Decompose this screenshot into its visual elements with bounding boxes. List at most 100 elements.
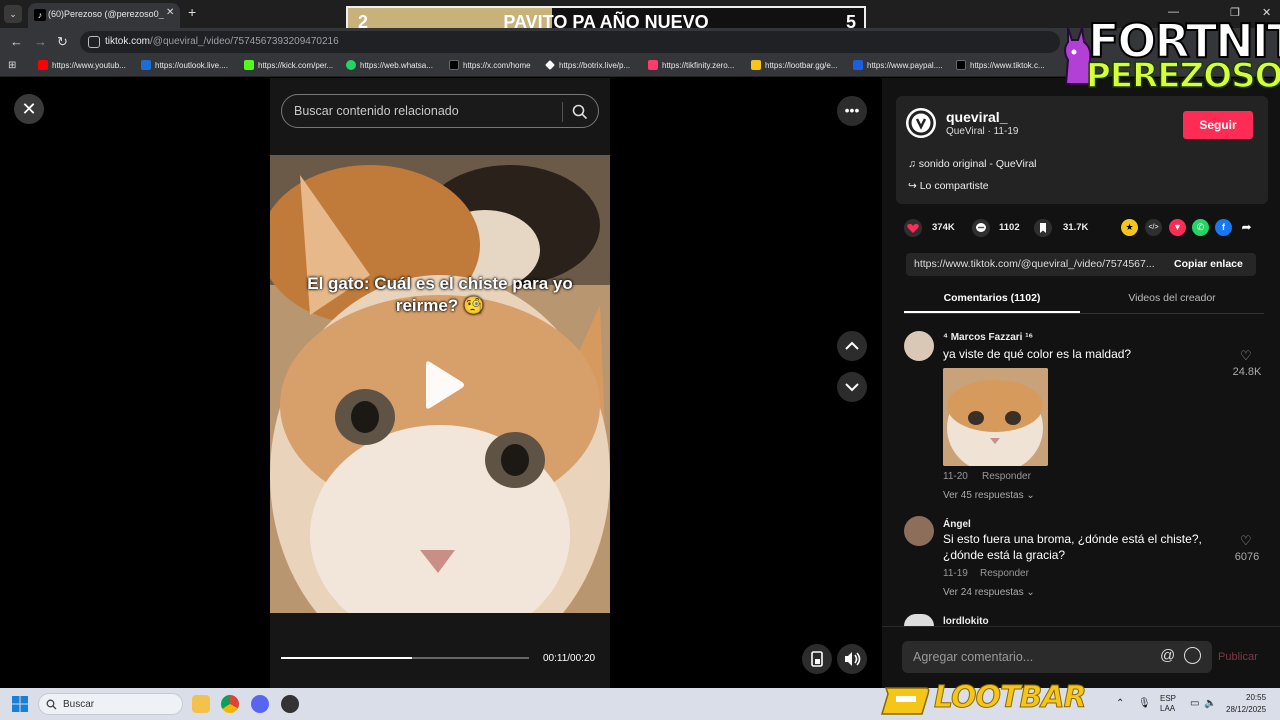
- comment-avatar[interactable]: [904, 614, 934, 626]
- bookmark-x[interactable]: https://x.com/home: [449, 60, 531, 74]
- botrix-icon: [545, 60, 555, 70]
- video-progress-bar[interactable]: [281, 657, 529, 659]
- reload-icon[interactable]: ↻: [57, 34, 68, 50]
- outlook-icon: [141, 60, 151, 70]
- file-explorer-icon[interactable]: [192, 695, 210, 713]
- queviral-logo-icon: [908, 110, 934, 136]
- video-link-box: https://www.tiktok.com/@queviral_/video/…: [906, 253, 1256, 276]
- youtube-icon: [38, 60, 48, 70]
- view-replies-button[interactable]: Ver 24 respuestas ⌄: [943, 587, 1035, 598]
- picture-in-picture-button[interactable]: [802, 644, 832, 674]
- bookmark-paypal[interactable]: https://www.paypal....: [853, 60, 943, 74]
- taskbar-search[interactable]: Buscar: [38, 693, 183, 715]
- search-placeholder: Buscar contenido relacionado: [294, 104, 459, 118]
- clock-date: 28/12/2025: [1226, 705, 1267, 714]
- repost-icon[interactable]: ★: [1121, 219, 1138, 236]
- related-search-input[interactable]: Buscar contenido relacionado: [281, 94, 599, 128]
- close-video-button[interactable]: ✕: [14, 94, 44, 124]
- comment-like-icon[interactable]: ♡: [1240, 348, 1252, 364]
- search-icon[interactable]: [571, 103, 589, 121]
- author-card: queviral_ QueViral · 11-19 Seguir ♫ soni…: [896, 96, 1268, 204]
- network-icon[interactable]: ▭: [1190, 698, 1199, 709]
- bookmark-tiktok[interactable]: https://www.tiktok.c...: [956, 60, 1045, 74]
- follow-button[interactable]: Seguir: [1183, 111, 1253, 139]
- volume-button[interactable]: [837, 644, 867, 674]
- bookmark-outlook[interactable]: https://outlook.live....: [141, 60, 228, 74]
- language-indicator[interactable]: ESP LAA: [1160, 694, 1176, 714]
- video-column: Buscar contenido relacionado El gato: Cu…: [270, 78, 610, 688]
- bookmark-icon: [1034, 219, 1052, 237]
- reply-button[interactable]: Responder: [982, 471, 1031, 482]
- play-icon[interactable]: [422, 360, 466, 410]
- comment-avatar[interactable]: [904, 516, 934, 546]
- details-panel: queviral_ QueViral · 11-19 Seguir ♫ soni…: [882, 78, 1280, 688]
- previous-video-button[interactable]: [837, 331, 867, 361]
- author-username[interactable]: queviral_: [946, 109, 1007, 125]
- site-info-icon[interactable]: [88, 36, 100, 48]
- send-to-friends-icon[interactable]: ▼: [1169, 219, 1186, 236]
- bookmark-lootbar[interactable]: https://lootbar.gg/e...: [751, 60, 838, 74]
- reply-button[interactable]: Responder: [980, 568, 1029, 579]
- back-icon[interactable]: ←: [10, 34, 23, 49]
- comment-text-line-2: ¿dónde está la gracia?: [943, 548, 1066, 562]
- share-more-icon[interactable]: ➦: [1238, 219, 1255, 236]
- obs-icon[interactable]: [281, 695, 299, 713]
- tab-comments[interactable]: Comentarios (1102): [904, 292, 1080, 304]
- tiktok-icon: [956, 60, 966, 70]
- comment-image[interactable]: [943, 368, 1048, 466]
- shared-label: Lo compartiste: [919, 180, 989, 192]
- new-tab-icon[interactable]: +: [188, 4, 196, 20]
- windows-start-icon[interactable]: [12, 696, 28, 712]
- whatsapp-share-icon[interactable]: ✆: [1192, 219, 1209, 236]
- copy-link-button[interactable]: Copiar enlace: [1174, 258, 1243, 270]
- emoji-icon[interactable]: [1184, 647, 1201, 664]
- author-avatar[interactable]: [906, 108, 936, 138]
- kick-icon: [244, 60, 254, 70]
- taskbar-clock[interactable]: 20:55 28/12/2025: [1226, 692, 1266, 716]
- comment-author[interactable]: Ángel: [943, 519, 971, 530]
- forward-icon[interactable]: →: [34, 34, 47, 49]
- caption-line-2: reirme? 🧐: [395, 296, 485, 315]
- more-options-icon[interactable]: •••: [837, 96, 867, 126]
- action-bar: 374K 1102 31.7K ★ </> ▼ ✆ f ➦: [904, 219, 1264, 238]
- discord-icon[interactable]: [251, 695, 269, 713]
- lootbar-text: LOOTBAR: [934, 680, 1088, 716]
- heart-icon: [904, 219, 922, 237]
- bookmark-youtube[interactable]: https://www.youtub...: [38, 60, 126, 74]
- chevron-down-icon: ⌄: [1026, 587, 1035, 598]
- embed-icon[interactable]: </>: [1145, 219, 1162, 236]
- comment-author[interactable]: ⁴ Marcos Fazzari ¹⁶: [943, 332, 1033, 343]
- comment-input[interactable]: Agregar comentario... @: [902, 641, 1212, 673]
- comment-text: ya viste de qué color es la maldad?: [943, 347, 1132, 361]
- facebook-share-icon[interactable]: f: [1215, 219, 1232, 236]
- bookmark-botrix[interactable]: https://botrix.live/p...: [545, 60, 630, 74]
- save-count: 31.7K: [1063, 222, 1089, 233]
- lootbar-logo: LOOTBAR: [880, 676, 1110, 720]
- tab-close-icon[interactable]: ✕: [166, 7, 174, 18]
- comment-placeholder: Agregar comentario...: [913, 650, 1034, 664]
- mention-icon[interactable]: @: [1160, 647, 1175, 664]
- apps-grid-icon[interactable]: ⊞: [8, 60, 16, 71]
- share-arrow-icon: ↪: [908, 180, 920, 192]
- comment-like-count: 24.8K: [1232, 366, 1262, 378]
- speaker-icon[interactable]: 🔈: [1204, 698, 1216, 709]
- chrome-icon[interactable]: [221, 695, 239, 713]
- comment-count: 1102: [999, 222, 1020, 233]
- address-bar[interactable]: tiktok.com/@queviral_/video/757456739320…: [80, 31, 1060, 53]
- chevron-up-icon[interactable]: ⌃: [1116, 698, 1124, 709]
- comment-avatar[interactable]: [904, 331, 934, 361]
- bookmark-tikfinity[interactable]: https://tikfinity.zero...: [648, 60, 734, 74]
- video-frame[interactable]: El gato: Cuál es el chiste para yo reirm…: [270, 155, 610, 613]
- comment-like-icon[interactable]: ♡: [1240, 533, 1252, 549]
- bookmark-whatsapp[interactable]: https://web.whatsa...: [346, 60, 433, 74]
- bookmark-kick[interactable]: https://kick.com/per...: [244, 60, 333, 74]
- next-video-button[interactable]: [837, 372, 867, 402]
- tiktok-favicon-icon: ♪: [34, 9, 46, 21]
- view-replies-button[interactable]: Ver 45 respuestas ⌄: [943, 490, 1035, 501]
- tab-creator-videos[interactable]: Videos del creador: [1084, 292, 1260, 304]
- sound-link[interactable]: ♫ sonido original - QueViral: [908, 158, 1037, 170]
- microphone-icon[interactable]: 🎙: [1138, 698, 1151, 709]
- tab-search-dropdown-icon[interactable]: ⌄: [4, 5, 22, 23]
- publish-button[interactable]: Publicar: [1218, 651, 1258, 663]
- browser-tab[interactable]: ♪ (60)Perezoso (@perezoso0_) | T ✕: [28, 3, 180, 28]
